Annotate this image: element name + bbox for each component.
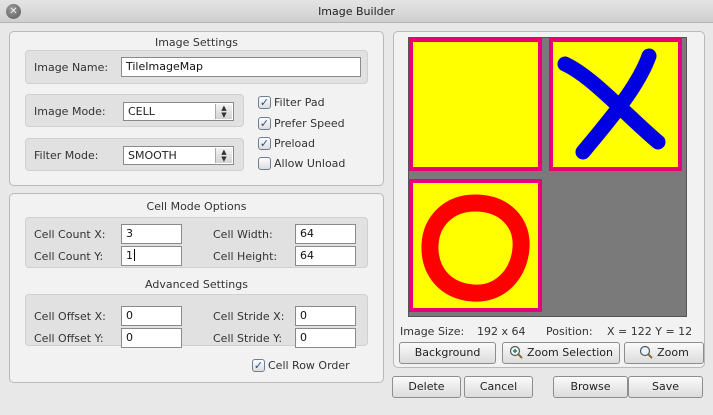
background-button[interactable]: Background [399, 342, 496, 364]
cell-mode-title: Cell Mode Options [146, 200, 247, 213]
filter-mode-select[interactable]: SMOOTH ▲ ▼ [123, 146, 234, 165]
zoom-selection-label: Zoom Selection [527, 346, 613, 359]
prefer-speed-label: Prefer Speed [274, 117, 345, 130]
cell-count-y-label: Cell Count Y: [34, 250, 104, 263]
save-button[interactable]: Save [628, 376, 703, 398]
window-title: Image Builder [318, 5, 395, 18]
cell-count-x-input[interactable]: 3 [121, 224, 182, 244]
cell-stride-x-label: Cell Stride X: [213, 310, 285, 323]
tile-empty[interactable] [409, 38, 542, 171]
cell-width-label: Cell Width: [213, 228, 273, 241]
zoom-button[interactable]: Zoom [624, 342, 704, 364]
text-cursor [134, 249, 135, 261]
cell-row-order-label: Cell Row Order [268, 359, 350, 372]
tile-empty-fill [413, 42, 538, 167]
preload-label: Preload [274, 137, 315, 150]
checkbox-checked-icon[interactable]: ✓ [258, 96, 271, 109]
cell-count-y-value: 1 [126, 249, 133, 262]
checkbox-checked-icon[interactable]: ✓ [258, 117, 271, 130]
checkbox-unchecked-icon[interactable] [258, 157, 271, 170]
dropdown-arrows-icon[interactable]: ▲ ▼ [215, 104, 232, 119]
image-settings-title: Image Settings [154, 36, 239, 49]
image-mode-label: Image Mode: [34, 105, 106, 118]
cell-width-input[interactable]: 64 [295, 224, 356, 244]
tile-o-fill [413, 183, 538, 308]
cell-offset-y-input[interactable]: 0 [121, 328, 182, 348]
x-mark-icon [557, 48, 666, 160]
image-mode-value: CELL [128, 105, 155, 118]
checkbox-checked-icon[interactable]: ✓ [258, 137, 271, 150]
cell-offset-x-input[interactable]: 0 [121, 306, 182, 326]
checkbox-checked-icon[interactable]: ✓ [252, 359, 265, 372]
image-preview-canvas[interactable] [408, 37, 687, 317]
title-bar: ✕ Image Builder [0, 0, 713, 23]
cell-count-y-input[interactable]: 1 [121, 246, 182, 266]
o-stroke [421, 194, 530, 302]
advanced-group: Cell Offset X: 0 Cell Offset Y: 0 Cell S… [25, 294, 368, 348]
image-size-label: Image Size: [400, 325, 465, 338]
position-label: Position: [546, 325, 593, 338]
image-mode-group: Image Mode: CELL ▲ ▼ [25, 94, 244, 127]
cell-count-group: Cell Count X: 3 Cell Count Y: 1 Cell Wid… [25, 217, 368, 268]
filter-mode-group: Filter Mode: SMOOTH ▲ ▼ [25, 138, 244, 171]
delete-button[interactable]: Delete [392, 376, 461, 398]
cell-offset-y-label: Cell Offset Y: [34, 332, 104, 345]
dropdown-arrows-icon[interactable]: ▲ ▼ [215, 148, 232, 163]
image-size-value: 192 x 64 [477, 325, 526, 338]
o-mark-icon [421, 194, 530, 302]
cell-stride-y-input[interactable]: 0 [295, 328, 356, 348]
browse-button[interactable]: Browse [553, 376, 628, 398]
tile-x[interactable] [549, 38, 682, 171]
cell-mode-panel: Cell Mode Options Cell Count X: 3 Cell C… [9, 193, 384, 383]
image-mode-select[interactable]: CELL ▲ ▼ [123, 102, 234, 121]
zoom-selection-icon [509, 345, 523, 359]
zoom-selection-button[interactable]: Zoom Selection [502, 342, 620, 364]
cancel-button[interactable]: Cancel [464, 376, 533, 398]
cell-offset-x-label: Cell Offset X: [34, 310, 106, 323]
image-settings-panel: Image Settings Image Name: TileImageMap … [9, 31, 384, 186]
zoom-label: Zoom [657, 346, 689, 359]
cell-count-x-label: Cell Count X: [34, 228, 106, 241]
x-stroke-2 [575, 48, 657, 160]
zoom-icon [640, 345, 653, 359]
allow-unload-label: Allow Unload [274, 157, 346, 170]
image-name-label: Image Name: [34, 61, 109, 74]
filter-pad-label: Filter Pad [274, 96, 325, 109]
position-value: X = 122 Y = 12 [607, 325, 693, 338]
cell-stride-x-input[interactable]: 0 [295, 306, 356, 326]
tile-o[interactable] [409, 179, 542, 312]
image-name-group: Image Name: TileImageMap [25, 50, 368, 84]
filter-mode-label: Filter Mode: [34, 149, 99, 162]
filter-mode-value: SMOOTH [128, 149, 177, 162]
image-name-input[interactable]: TileImageMap [121, 57, 361, 77]
advanced-settings-title: Advanced Settings [145, 278, 248, 291]
cell-height-input[interactable]: 64 [295, 246, 356, 266]
tile-x-fill [553, 42, 678, 167]
cell-height-label: Cell Height: [213, 250, 278, 263]
cell-stride-y-label: Cell Stride Y: [213, 332, 283, 345]
